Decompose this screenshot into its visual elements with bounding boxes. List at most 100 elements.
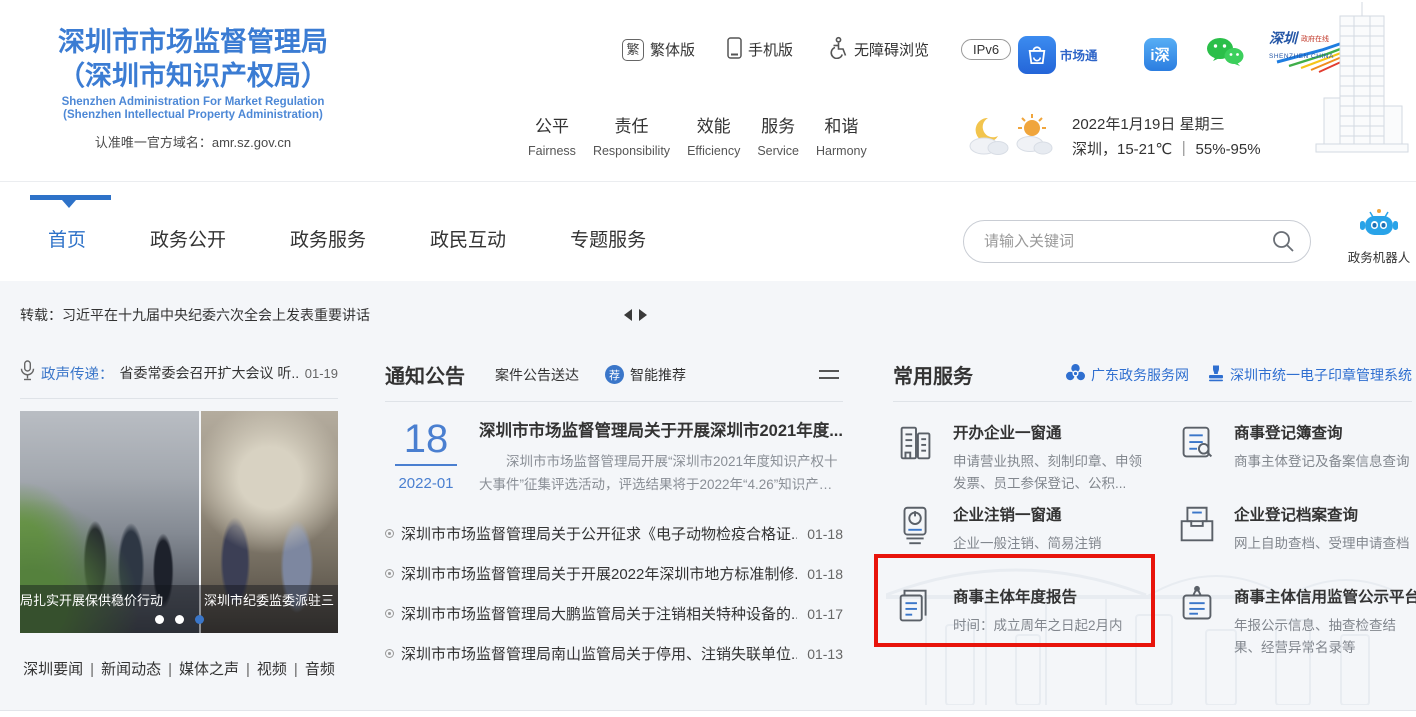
nav-item-home[interactable]: 首页 xyxy=(48,225,86,252)
flower-icon xyxy=(1065,363,1086,387)
gd-gov-service-link[interactable]: 广东政务服务网 xyxy=(1065,363,1189,387)
featured-notice-summary: 深圳市市场监督管理局开展“深圳市2021年度知识产权十大事件”征集评选活动，评选… xyxy=(479,451,843,497)
notice-date: 01-13 xyxy=(807,646,843,662)
market-app-link[interactable]: 市场通 xyxy=(1018,36,1098,74)
ticker-prev-icon[interactable] xyxy=(618,309,632,321)
carousel-dot-3[interactable] xyxy=(195,615,204,624)
notices-more-icon[interactable] xyxy=(819,370,843,379)
mobile-icon xyxy=(727,37,742,63)
ticker-arrows xyxy=(618,309,653,321)
divider xyxy=(20,398,338,399)
accessibility-link[interactable]: 无障碍浏览 xyxy=(825,36,929,63)
site-title-cn2: （深圳市知识产权局） xyxy=(28,60,358,94)
active-tab-arrow xyxy=(62,200,76,215)
nav-item-special-services[interactable]: 专题服务 xyxy=(570,225,646,252)
search-input[interactable] xyxy=(964,233,1271,250)
eseal-system-link[interactable]: 深圳市统一电子印章管理系统 xyxy=(1207,364,1412,385)
photo-carousel[interactable]: 局扎实开展保供稳价行动 深圳市纪委监委派驻三 xyxy=(20,411,338,633)
notice-row[interactable]: 深圳市市场监督管理局关于公开征求《电子动物检疫合格证... 01-18 xyxy=(385,514,843,554)
ticker-next-icon[interactable] xyxy=(639,309,653,321)
market-app-icon xyxy=(1018,36,1056,74)
voice-label[interactable]: 政声传递： xyxy=(41,363,114,384)
carousel-caption-left[interactable]: 局扎实开展保供稳价行动 xyxy=(20,590,192,609)
szlogo-cn-text: 深圳 xyxy=(1269,30,1300,46)
service-title: 企业注销一窗通 xyxy=(953,503,1102,525)
services-column: 常用服务 广东政务服务网 xyxy=(893,360,1412,664)
featured-notice: 18 2022-01 深圳市市场监督管理局关于开展深圳市2021年度... 深圳… xyxy=(385,417,843,497)
service-archive-search[interactable]: 企业登记档案查询 网上自助查档、受理申请查档 xyxy=(1174,500,1412,582)
weather-detail: 深圳，15-21℃ ｜ 55%-95% xyxy=(1072,142,1261,159)
header-utilities: 繁 繁体版 手机版 无障碍浏览 IPv6 xyxy=(622,36,1031,63)
search-box xyxy=(963,220,1311,263)
service-desc: 网上自助查档、受理申请查档 xyxy=(1234,533,1410,555)
value-en: Harmony xyxy=(816,144,867,158)
notices-title: 通知公告 xyxy=(385,360,465,389)
site-header: 深圳市市场监督管理局 （深圳市知识产权局） Shenzhen Administr… xyxy=(0,0,1416,181)
gd-gov-service-label: 广东政务服务网 xyxy=(1091,365,1189,385)
divider xyxy=(385,401,843,402)
services-title: 常用服务 xyxy=(893,360,973,389)
service-deregister[interactable]: 企业注销一窗通 企业一般注销、简易注销 xyxy=(893,500,1174,582)
traditional-chinese-icon: 繁 xyxy=(622,39,644,61)
mobile-version-link[interactable]: 手机版 xyxy=(727,37,793,63)
carousel-caption-right[interactable]: 深圳市纪委监委派驻三 xyxy=(204,590,338,609)
service-registry-search[interactable]: 商事登记簿查询 商事主体登记及备案信息查询 xyxy=(1174,418,1412,500)
service-open-business[interactable]: 开办企业一窗通 申请营业执照、刻制印章、申领发票、员工参保登记、公积... xyxy=(893,418,1174,500)
site-title-en2: (Shenzhen Intellectual Property Administ… xyxy=(28,109,358,123)
carousel-dot-1[interactable] xyxy=(155,615,164,624)
news-ticker[interactable]: 转载：习近平在十九届中央纪委六次全会上发表重要讲话 xyxy=(20,305,370,325)
smart-recommend-link[interactable]: 智能推荐 xyxy=(630,365,686,385)
core-values: 公平 Fairness 责任 Responsibility 效能 Efficie… xyxy=(528,112,867,158)
nav-item-gov-services[interactable]: 政务服务 xyxy=(290,225,366,252)
market-app-label: 市场通 xyxy=(1060,45,1098,64)
weather-icons xyxy=(966,110,1058,165)
tab-audio[interactable]: 音频 xyxy=(305,661,335,678)
notice-text: 深圳市市场监督管理局关于开展2022年深圳市地方标准制修... xyxy=(401,563,797,584)
service-credit-platform[interactable]: 商事主体信用监管公示平台 年报公示信息、抽查检查结果、经营异常名录等 xyxy=(1174,582,1412,664)
tab-news-updates[interactable]: 新闻动态 xyxy=(101,661,161,678)
featured-notice-title[interactable]: 深圳市市场监督管理局关于开展深圳市2021年度... xyxy=(479,417,843,441)
mobile-version-label: 手机版 xyxy=(748,39,793,60)
credit-board-icon xyxy=(1174,584,1220,664)
stamp-icon xyxy=(1207,364,1225,385)
tab-video[interactable]: 视频 xyxy=(257,661,287,678)
bullseye-bullet-icon xyxy=(385,569,394,578)
robot-icon xyxy=(1360,227,1398,244)
search-icon[interactable] xyxy=(1271,229,1296,254)
site-title-cn: 深圳市市场监督管理局 xyxy=(28,26,358,60)
service-desc: 企业一般注销、简易注销 xyxy=(953,533,1102,555)
service-annual-report[interactable]: 商事主体年度报告 时间：成立周年之日起2月内 xyxy=(893,582,1174,664)
traditional-version-link[interactable]: 繁 繁体版 xyxy=(622,39,695,61)
service-title: 商事主体信用监管公示平台 xyxy=(1234,585,1416,607)
tab-separator: | xyxy=(90,661,94,678)
service-title: 开办企业一窗通 xyxy=(953,421,1153,443)
ipv6-link[interactable]: IPv6 xyxy=(961,39,1011,60)
carousel-caption-bar: 局扎实开展保供稳价行动 深圳市纪委监委派驻三 xyxy=(20,585,338,633)
tab-media-voice[interactable]: 媒体之声 xyxy=(179,661,239,678)
gov-robot-entry[interactable]: 政务机器人 xyxy=(1345,208,1413,266)
news-category-tabs: 深圳要闻|新闻动态|媒体之声|视频|音频 xyxy=(20,658,338,679)
nav-item-gov-affairs[interactable]: 政务公开 xyxy=(150,225,226,252)
notice-date: 01-18 xyxy=(807,526,843,542)
value-cn: 和谐 xyxy=(816,112,867,137)
bullseye-bullet-icon xyxy=(385,609,394,618)
notice-row[interactable]: 深圳市市场监督管理局关于开展2022年深圳市地方标准制修... 01-18 xyxy=(385,554,843,594)
carousel-dot-2[interactable] xyxy=(175,615,184,624)
site-logo[interactable]: 深圳市市场监督管理局 （深圳市知识产权局） Shenzhen Administr… xyxy=(28,26,358,151)
service-desc: 年报公示信息、抽查检查结果、经营异常名录等 xyxy=(1234,615,1416,658)
wechat-icon[interactable] xyxy=(1205,36,1245,73)
case-notice-link[interactable]: 案件公告送达 xyxy=(495,365,579,385)
registry-search-icon xyxy=(1174,420,1220,500)
notice-row[interactable]: 深圳市市场监督管理局大鹏监管局关于注销相关特种设备的... 01-17 xyxy=(385,594,843,634)
notice-date: 01-18 xyxy=(807,566,843,582)
tab-shenzhen-news[interactable]: 深圳要闻 xyxy=(23,661,83,678)
featured-day[interactable]: 18 xyxy=(385,417,467,461)
nav-item-interaction[interactable]: 政民互动 xyxy=(430,225,506,252)
services-grid: 开办企业一窗通 申请营业执照、刻制印章、申领发票、员工参保登记、公积... xyxy=(893,418,1412,664)
site-title-en1: Shenzhen Administration For Market Regul… xyxy=(28,96,358,110)
featured-date-underline xyxy=(395,464,457,466)
ishen-app-icon[interactable]: i深 xyxy=(1144,38,1177,71)
voice-headline[interactable]: 省委常委会召开扩大会议 听... xyxy=(120,363,299,383)
notice-row[interactable]: 深圳市市场监督管理局南山监管局关于停用、注销失联单位... 01-13 xyxy=(385,634,843,674)
microphone-icon xyxy=(20,360,35,386)
